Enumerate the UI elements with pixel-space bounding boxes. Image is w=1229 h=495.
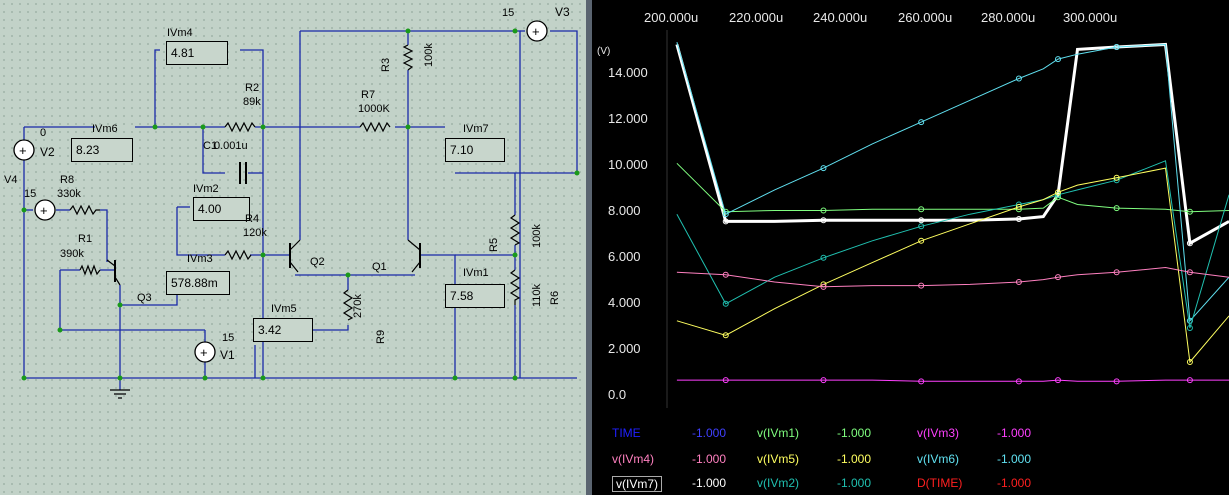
meter-name: IVm2 bbox=[193, 183, 219, 195]
meter-value: 8.23 bbox=[76, 143, 100, 157]
r3-value: 100k bbox=[423, 43, 435, 67]
r5-label: R5 bbox=[488, 237, 500, 252]
legend-label[interactable]: v(IVm5) bbox=[757, 452, 799, 466]
r4-label: R4 bbox=[245, 213, 260, 225]
legend-label[interactable]: v(IVm6) bbox=[917, 452, 959, 466]
meter-value: 578.88m bbox=[171, 276, 218, 290]
legend-label[interactable]: v(IVm3) bbox=[917, 426, 959, 440]
q3-label: Q3 bbox=[137, 292, 152, 304]
legend-value: -1.000 bbox=[692, 426, 727, 440]
r6-label: R6 bbox=[549, 290, 561, 305]
r9-label: R9 bbox=[375, 329, 387, 344]
meter-name: IVm1 bbox=[463, 267, 489, 279]
q1-label: Q1 bbox=[372, 261, 387, 273]
meter-name: IVm5 bbox=[271, 303, 297, 315]
v1-value: 15 bbox=[222, 332, 235, 344]
meter-ivm1[interactable]: 7.58 bbox=[445, 284, 505, 308]
legend-value: -1.000 bbox=[692, 452, 727, 466]
meter-name: IVm4 bbox=[167, 27, 193, 39]
scope-panel[interactable]: 200.000u 220.000u 240.000u 260.000u 280.… bbox=[592, 0, 1229, 495]
meter-name: IVm7 bbox=[463, 123, 489, 135]
r9-value: 270k bbox=[352, 294, 364, 318]
r2-label: R2 bbox=[245, 82, 260, 94]
v1-label: V1 bbox=[220, 348, 235, 362]
series-line-v(IVm7) bbox=[675, 42, 1229, 246]
legend-label[interactable]: D(TIME) bbox=[917, 476, 962, 490]
legend-label[interactable]: v(IVm7) bbox=[612, 476, 662, 492]
meter-name: IVm6 bbox=[92, 123, 118, 135]
legend-value: -1.000 bbox=[997, 452, 1032, 466]
r1-label: R1 bbox=[78, 233, 93, 245]
r8-label: R8 bbox=[60, 174, 75, 186]
series-line-v(IVm4) bbox=[676, 266, 1229, 288]
r7-label: R7 bbox=[361, 89, 376, 101]
schematic-panel[interactable]: + + + + 4.81 8.23 4.00 578.88m 3.42 7.10 7.… bbox=[0, 0, 586, 495]
svg-text:+: + bbox=[19, 143, 27, 158]
legend-value: -1.000 bbox=[837, 452, 872, 466]
r2-value: 89k bbox=[243, 96, 261, 108]
legend-value: -1.000 bbox=[997, 426, 1032, 440]
r5-value: 100k bbox=[531, 224, 543, 248]
legend-label[interactable]: v(IVm1) bbox=[757, 426, 799, 440]
r7-value: 1000K bbox=[358, 103, 390, 115]
waveform-plot[interactable] bbox=[592, 0, 1229, 495]
meter-ivm3[interactable]: 578.88m bbox=[166, 271, 230, 295]
meter-ivm2[interactable]: 4.00 bbox=[193, 197, 250, 221]
r4-value: 120k bbox=[243, 227, 267, 239]
legend-value: -1.000 bbox=[997, 476, 1032, 490]
q2-label: Q2 bbox=[310, 256, 325, 268]
meter-value: 7.58 bbox=[450, 289, 474, 303]
legend-label[interactable]: v(IVm2) bbox=[757, 476, 799, 490]
meter-ivm7[interactable]: 7.10 bbox=[445, 138, 505, 162]
legend-value: -1.000 bbox=[837, 476, 872, 490]
meter-value: 7.10 bbox=[450, 143, 474, 157]
meter-value: 3.42 bbox=[258, 323, 282, 337]
series-line-v(IVm1) bbox=[676, 162, 1229, 213]
r8-value: 330k bbox=[57, 188, 81, 200]
r1-value: 390k bbox=[60, 248, 84, 260]
v3-value: 15 bbox=[502, 7, 515, 19]
meter-ivm6[interactable]: 8.23 bbox=[71, 138, 133, 162]
meter-value: 4.00 bbox=[198, 202, 222, 216]
series-line-v(IVm6) bbox=[676, 41, 1229, 322]
legend-label[interactable]: v(IVm4) bbox=[612, 452, 654, 466]
meter-name: IVm3 bbox=[187, 253, 213, 265]
v2-value: 0 bbox=[40, 127, 47, 139]
v2-label: V2 bbox=[40, 145, 55, 159]
legend-value: -1.000 bbox=[837, 426, 872, 440]
meter-ivm4[interactable]: 4.81 bbox=[166, 41, 228, 65]
legend-value: -1.000 bbox=[692, 476, 727, 490]
series-line-v(IVm2) bbox=[676, 160, 1229, 329]
r6-value: 110k bbox=[531, 283, 543, 307]
legend-label[interactable]: TIME bbox=[612, 426, 641, 440]
v3-label: V3 bbox=[555, 5, 570, 19]
svg-text:+: + bbox=[200, 345, 208, 360]
svg-text:+: + bbox=[40, 203, 48, 218]
series-line-v(IVm3) bbox=[676, 379, 1229, 382]
r3-label: R3 bbox=[380, 57, 392, 72]
meter-ivm5[interactable]: 3.42 bbox=[253, 318, 313, 342]
meter-value: 4.81 bbox=[171, 46, 195, 60]
v4-value: 15 bbox=[24, 188, 37, 200]
v4-label: V4 bbox=[4, 174, 18, 186]
c1-value: 0.001u bbox=[214, 140, 248, 152]
svg-text:+: + bbox=[532, 24, 540, 39]
